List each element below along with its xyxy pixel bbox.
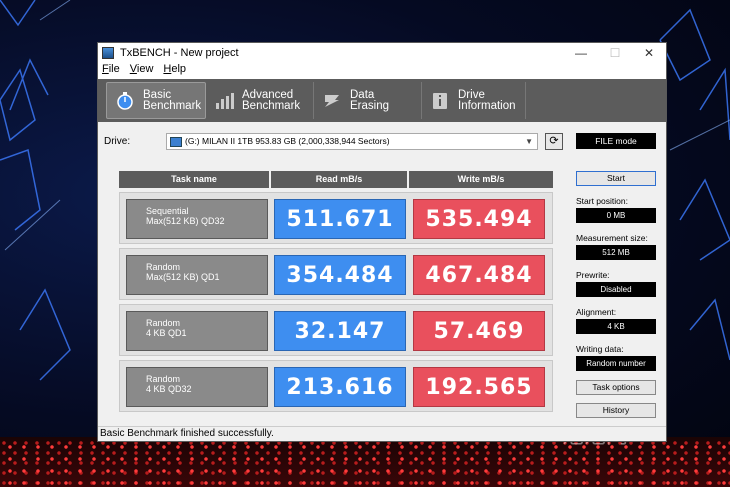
- toolbar: Basic Benchmark Advanced Benchmark Data Er…: [98, 79, 666, 122]
- write-value: 192.565: [413, 367, 545, 407]
- alignment-label: Alignment:: [576, 307, 617, 317]
- task-button[interactable]: Sequential Max(512 KB) QD32: [126, 199, 268, 239]
- tab-drive-information[interactable]: Drive Information: [422, 82, 526, 119]
- drive-row: Drive: (G:) MILAN II 1TB 953.83 GB (2,00…: [104, 133, 660, 153]
- refresh-button[interactable]: ⟳: [545, 133, 563, 150]
- chevron-down-icon: ▼: [525, 137, 533, 146]
- stopwatch-icon: [115, 91, 135, 111]
- header-write: Write mB/s: [409, 171, 553, 188]
- benchmark-table: Task name Read mB/s Write mB/s Sequentia…: [119, 171, 553, 417]
- task-line2: 4 KB QD32: [146, 384, 192, 394]
- task-line1: Sequential: [146, 206, 189, 216]
- measurement-size-field[interactable]: 512 MB: [576, 245, 656, 260]
- start-position-label: Start position:: [576, 196, 628, 206]
- menu-file[interactable]: File: [102, 63, 120, 79]
- close-button[interactable]: ✕: [632, 43, 666, 63]
- status-bar: Basic Benchmark finished successfully.: [98, 426, 666, 441]
- tab-advanced-benchmark[interactable]: Advanced Benchmark: [206, 82, 314, 119]
- write-value: 467.484: [413, 255, 545, 295]
- refresh-icon: ⟳: [549, 135, 559, 147]
- window-title: TxBENCH - New project: [120, 47, 239, 59]
- window-controls: — ☐ ✕: [564, 43, 666, 63]
- task-button[interactable]: Random 4 KB QD1: [126, 311, 268, 351]
- title-bar: TxBENCH - New project — ☐ ✕: [98, 43, 666, 63]
- app-icon: [102, 47, 114, 59]
- tab-basic-benchmark[interactable]: Basic Benchmark: [106, 82, 206, 119]
- task-line1: Random: [146, 374, 181, 384]
- bar-chart-icon: [214, 91, 234, 111]
- measurement-size-label: Measurement size:: [576, 233, 648, 243]
- task-line1: Random: [146, 262, 181, 272]
- tab-label-line2: Benchmark: [143, 99, 202, 112]
- writing-data-field[interactable]: Random number: [576, 356, 656, 371]
- app-window: TxBENCH - New project — ☐ ✕ File View He…: [97, 42, 667, 442]
- read-value: 511.671: [274, 199, 406, 239]
- drive-icon: [170, 137, 182, 147]
- start-button[interactable]: Start: [576, 171, 656, 186]
- tab-label-line1: Data Erasing: [350, 88, 389, 112]
- write-value: 57.469: [413, 311, 545, 351]
- tab-data-erasing[interactable]: Data Erasing: [314, 82, 422, 119]
- alignment-field[interactable]: 4 KB: [576, 319, 656, 334]
- drive-selected-value: (G:) MILAN II 1TB 953.83 GB (2,000,338,9…: [185, 136, 390, 146]
- table-row: Random 4 KB QD32 213.616 192.565: [119, 360, 553, 412]
- task-button[interactable]: Random 4 KB QD32: [126, 367, 268, 407]
- maximize-button[interactable]: ☐: [598, 43, 632, 63]
- header-read: Read mB/s: [271, 171, 407, 188]
- task-line2: 4 KB QD1: [146, 328, 187, 338]
- prewrite-field[interactable]: Disabled: [576, 282, 656, 297]
- task-line2: Max(512 KB) QD1: [146, 272, 220, 282]
- task-line1: Random: [146, 318, 181, 328]
- prewrite-label: Prewrite:: [576, 270, 610, 280]
- read-value: 354.484: [274, 255, 406, 295]
- tab-label-line2: Benchmark: [242, 99, 301, 112]
- start-position-field[interactable]: 0 MB: [576, 208, 656, 223]
- menu-help[interactable]: Help: [163, 63, 186, 79]
- menu-bar: File View Help: [98, 63, 666, 79]
- table-row: Sequential Max(512 KB) QD32 511.671 535.4…: [119, 192, 553, 244]
- read-value: 32.147: [274, 311, 406, 351]
- minimize-button[interactable]: —: [564, 43, 598, 63]
- task-line2: Max(512 KB) QD32: [146, 216, 225, 226]
- tab-label-line2: Information: [458, 99, 516, 112]
- file-mode-badge: FILE mode: [576, 133, 656, 149]
- write-value: 535.494: [413, 199, 545, 239]
- drive-label: Drive:: [104, 136, 131, 147]
- task-options-button[interactable]: Task options: [576, 380, 656, 395]
- settings-panel: Start Start position: 0 MB Measurement s…: [576, 171, 658, 418]
- table-row: Random Max(512 KB) QD1 354.484 467.484: [119, 248, 553, 300]
- eraser-icon: [322, 91, 342, 111]
- header-task-name: Task name: [119, 171, 269, 188]
- menu-view[interactable]: View: [130, 63, 154, 79]
- task-button[interactable]: Random Max(512 KB) QD1: [126, 255, 268, 295]
- table-row: Random 4 KB QD1 32.147 57.469: [119, 304, 553, 356]
- writing-data-label: Writing data:: [576, 344, 624, 354]
- read-value: 213.616: [274, 367, 406, 407]
- info-icon: [430, 91, 450, 111]
- history-button[interactable]: History: [576, 403, 656, 418]
- drive-select[interactable]: (G:) MILAN II 1TB 953.83 GB (2,000,338,9…: [166, 133, 538, 150]
